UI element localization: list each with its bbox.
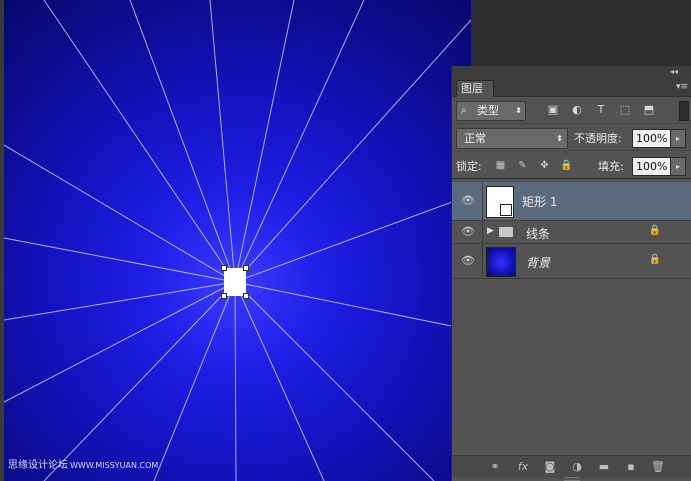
resize-grip[interactable] [564, 477, 580, 481]
rectangle-shape[interactable] [224, 268, 246, 296]
transform-handle[interactable] [221, 265, 227, 271]
visibility-eye-icon[interactable]: 👁 [461, 194, 475, 207]
filter-row: ⌕ 类型 ⬍ ▣ ◐ T ⬚ ⬒ [452, 99, 691, 124]
fill-label: 填充: [598, 160, 624, 173]
lock-label: 锁定: [456, 160, 482, 173]
lock-all-icon[interactable]: 🔒 [560, 159, 573, 172]
lock-icon: 🔒 [648, 254, 661, 265]
new-layer-icon[interactable]: ▪ [624, 460, 638, 474]
panel-topbar: ◂◂ [452, 66, 691, 79]
search-icon: ⌕ [461, 105, 467, 116]
divider [482, 244, 483, 278]
delete-layer-icon[interactable]: 🗑 [651, 460, 665, 474]
transform-handle[interactable] [243, 293, 249, 299]
watermark: 思缘设计论坛 WWW.MISSYUAN.COM [8, 456, 158, 471]
lock-row: 锁定: ▦ ✎ ✥ 🔒 填充: 100% ▸ [452, 154, 691, 179]
type-filter-icon[interactable]: T [594, 103, 608, 117]
layer-row-rectangle[interactable]: 👁 矩形 1 [452, 182, 691, 221]
panel-menu-icon[interactable]: ▾≡ [676, 82, 688, 92]
lock-position-icon[interactable]: ✥ [538, 159, 551, 172]
layer-name[interactable]: 矩形 1 [522, 193, 557, 210]
updown-arrow-icon: ⬍ [515, 106, 522, 115]
divider [482, 182, 483, 220]
watermark-secondary: WWW.MISSYUAN.COM [70, 461, 159, 470]
opacity-field[interactable]: 100% [632, 129, 671, 148]
blend-mode-value: 正常 [464, 132, 486, 145]
transform-handle[interactable] [243, 265, 249, 271]
lock-transparent-icon[interactable]: ▦ [494, 159, 507, 172]
shape-filter-icon[interactable]: ⬚ [618, 103, 632, 117]
layer-name[interactable]: 背景 [526, 254, 550, 271]
opacity-dropdown-icon[interactable]: ▸ [670, 129, 686, 148]
filter-kind-select[interactable]: ⌕ 类型 ⬍ [456, 101, 526, 121]
collapse-icon[interactable]: ◂◂ [670, 67, 678, 76]
layer-row-background[interactable]: 👁 背景 🔒 [452, 244, 691, 279]
document-canvas[interactable]: 思缘设计论坛 WWW.MISSYUAN.COM [4, 0, 471, 481]
watermark-primary: 思缘设计论坛 [8, 460, 68, 471]
lock-icon: 🔒 [648, 225, 661, 236]
fill-field[interactable]: 100% [632, 157, 671, 176]
layers-list: 👁 矩形 1 👁 ▶ 线条 🔒 👁 背景 🔒 [452, 182, 691, 279]
panel-tab-row: 图层 ▾≡ [452, 79, 691, 97]
visibility-eye-icon[interactable]: 👁 [461, 254, 475, 267]
smartobject-filter-icon[interactable]: ⬒ [642, 103, 656, 117]
add-mask-icon[interactable]: ◙ [543, 460, 557, 474]
fill-dropdown-icon[interactable]: ▸ [670, 157, 686, 176]
radial-lines [4, 0, 471, 481]
new-adjustment-icon[interactable]: ◑ [570, 460, 584, 474]
adjustment-filter-icon[interactable]: ◐ [570, 103, 584, 117]
layer-name[interactable]: 线条 [526, 225, 550, 242]
transform-handle[interactable] [221, 293, 227, 299]
new-group-icon[interactable]: ▬ [597, 460, 611, 474]
opacity-label: 不透明度: [574, 132, 622, 145]
image-filter-icon[interactable]: ▣ [546, 103, 560, 117]
expand-arrow-icon[interactable]: ▶ [487, 226, 494, 236]
layer-thumbnail [486, 247, 516, 277]
visibility-eye-icon[interactable]: 👁 [461, 225, 475, 238]
updown-arrow-icon: ⬍ [556, 134, 563, 143]
fx-icon[interactable]: fx [516, 460, 530, 474]
vector-mask-icon [500, 204, 512, 216]
filter-kind-label: 类型 [477, 104, 499, 117]
layer-row-lines-group[interactable]: 👁 ▶ 线条 🔒 [452, 221, 691, 244]
link-layers-icon[interactable]: ⚭ [488, 460, 502, 474]
blend-row: 正常 ⬍ 不透明度: 100% ▸ [452, 126, 691, 151]
blend-mode-select[interactable]: 正常 ⬍ [456, 128, 568, 149]
tab-layers[interactable]: 图层 [456, 80, 494, 97]
layers-panel: ◂◂ 图层 ▾≡ ⌕ 类型 ⬍ ▣ ◐ T ⬚ ⬒ 正常 ⬍ 不透明度: 100… [451, 66, 691, 481]
divider [482, 221, 483, 243]
panel-bottom-bar: ⚭ fx ◙ ◑ ▬ ▪ 🗑 [452, 455, 691, 478]
filter-toggle[interactable] [679, 101, 689, 121]
lock-image-icon[interactable]: ✎ [516, 159, 529, 172]
folder-icon [499, 227, 513, 237]
